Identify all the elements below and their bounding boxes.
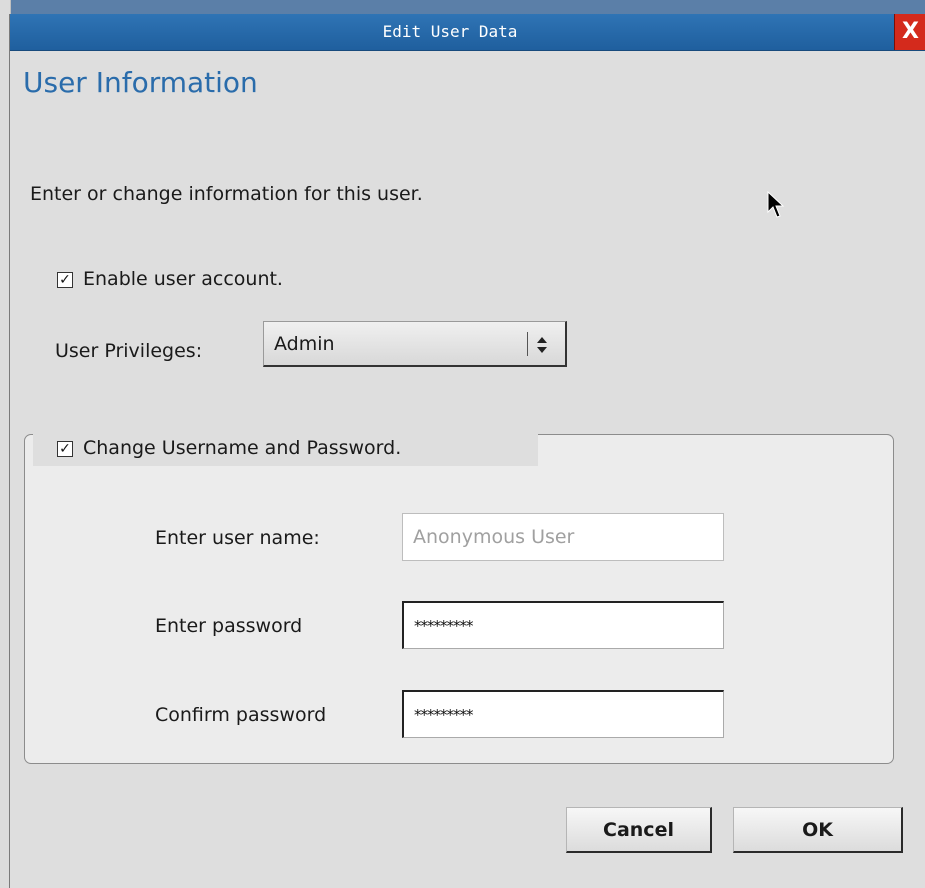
- dialog-titlebar[interactable]: Edit User Data X: [10, 14, 925, 51]
- checkmark-icon: ✓: [59, 441, 71, 457]
- username-input[interactable]: Anonymous User: [402, 513, 724, 561]
- checkmark-icon: ✓: [59, 272, 71, 288]
- desktop-top-strip: [0, 0, 925, 14]
- intro-text: Enter or change information for this use…: [30, 183, 423, 205]
- enable-account-label[interactable]: Enable user account.: [83, 268, 283, 290]
- change-credentials-checkbox[interactable]: ✓: [57, 441, 73, 457]
- enable-account-checkbox[interactable]: ✓: [57, 272, 73, 288]
- privileges-selected-value: Admin: [274, 333, 335, 355]
- password-input[interactable]: *********: [402, 601, 724, 649]
- username-label: Enter user name:: [155, 527, 320, 549]
- ok-button[interactable]: OK: [733, 807, 903, 853]
- password-label: Enter password: [155, 615, 303, 637]
- up-down-arrows-icon: [537, 337, 547, 353]
- privileges-label: User Privileges:: [55, 340, 203, 362]
- close-icon: X: [902, 19, 919, 44]
- privileges-select[interactable]: Admin: [263, 321, 567, 367]
- page-heading: User Information: [23, 66, 258, 99]
- select-divider: [527, 332, 528, 356]
- dialog-title: Edit User Data: [382, 22, 518, 41]
- confirm-password-label: Confirm password: [155, 704, 327, 726]
- close-button[interactable]: X: [894, 14, 925, 50]
- confirm-password-input[interactable]: *********: [402, 690, 724, 738]
- mouse-pointer-icon: [767, 191, 785, 218]
- change-credentials-label[interactable]: Change Username and Password.: [83, 437, 401, 459]
- cancel-button[interactable]: Cancel: [566, 807, 712, 853]
